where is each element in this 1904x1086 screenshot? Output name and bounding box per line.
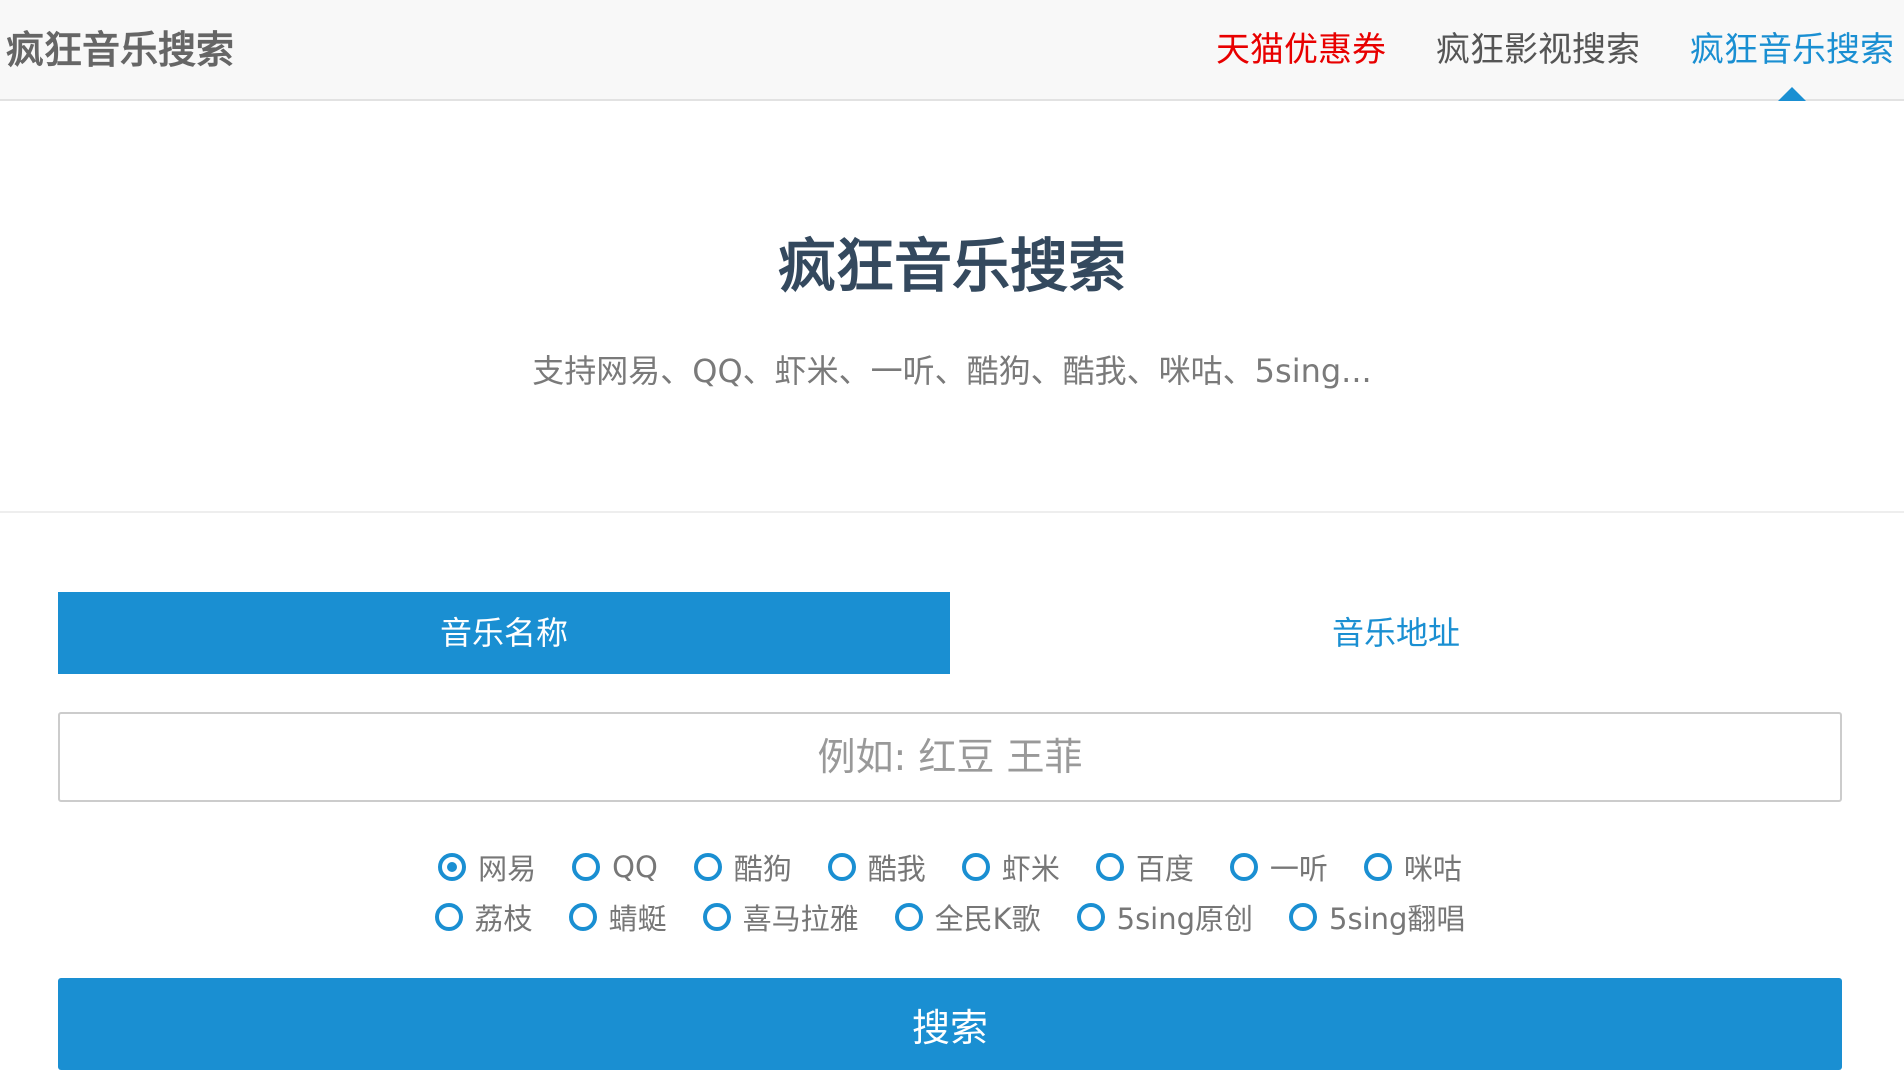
radio-circle-icon[interactable] [894,903,923,931]
source-option-label: 喜马拉雅 [742,902,859,936]
source-option-label: 5sing原创 [1116,902,1254,936]
nav-link-video-search[interactable]: 疯狂影视搜索 [1436,24,1640,76]
source-option-label: 咪咕 [1403,852,1462,886]
source-row-2: 荔枝 蜻蜓 喜马拉雅 全民K歌 5sing原创 5sing翻唱 [58,892,1842,942]
hero-section: 疯狂音乐搜索 支持网易、QQ、虾米、一听、酷狗、酷我、咪咕、5sing... [0,101,1904,513]
radio-circle-icon[interactable] [1289,903,1318,931]
source-option-label: 荔枝 [474,902,533,936]
nav-link-tmall-coupon[interactable]: 天猫优惠券 [1216,24,1386,76]
active-caret-icon [1778,87,1806,101]
search-input[interactable] [58,712,1842,802]
source-radio-group: 网易 QQ 酷狗 酷我 虾米 百度 一听 咪咕 荔枝 蜻蜓 喜马拉雅 全民K歌 5sing原创 5sin… [58,842,1842,942]
radio-circle-icon[interactable] [702,903,731,931]
source-option[interactable]: QQ [572,850,658,884]
nav-link-music-search-label: 疯狂音乐搜索 [1690,30,1894,70]
radio-circle-icon[interactable] [1229,853,1258,881]
radio-circle-icon[interactable] [693,853,722,881]
search-form: 音乐名称 音乐地址 网易 QQ 酷狗 酷我 虾米 百度 一听 咪咕 荔枝 蜻蜓 喜马拉雅 全民K歌 5… [58,592,1842,1070]
radio-circle-icon[interactable] [572,853,601,881]
source-option-label: 全民K歌 [934,902,1041,936]
source-option-label: 网易 [478,852,537,886]
source-option-label: 一听 [1269,852,1328,886]
radio-circle-icon[interactable] [1095,853,1124,881]
page-title: 疯狂音乐搜索 [777,232,1126,300]
source-option-label: 5sing翻唱 [1329,902,1466,936]
source-option[interactable]: 蜻蜓 [568,896,667,938]
source-option-label: 酷狗 [733,852,792,886]
nav-links: 天猫优惠券 疯狂影视搜索 疯狂音乐搜索 [1166,24,1894,101]
nav-link-music-search[interactable]: 疯狂音乐搜索 [1690,24,1894,101]
radio-circle-icon[interactable] [827,853,856,881]
radio-circle-icon[interactable] [1076,903,1105,931]
page-subtitle: 支持网易、QQ、虾米、一听、酷狗、酷我、咪咕、5sing... [532,352,1372,390]
tab-music-name[interactable]: 音乐名称 [58,592,950,674]
tab-music-url[interactable]: 音乐地址 [950,592,1842,674]
source-option[interactable]: 百度 [1095,846,1194,888]
radio-circle-icon[interactable] [961,853,990,881]
source-option[interactable]: 全民K歌 [894,896,1041,938]
source-option[interactable]: 虾米 [961,846,1060,888]
source-option-label: 百度 [1135,852,1194,886]
source-option[interactable]: 网易 [438,846,536,888]
search-mode-tabs: 音乐名称 音乐地址 [58,592,1842,674]
search-button[interactable]: 搜索 [58,978,1842,1070]
source-option[interactable]: 5sing翻唱 [1289,896,1465,938]
radio-circle-icon[interactable] [434,903,463,931]
source-option[interactable]: 荔枝 [434,896,533,938]
brand-logo[interactable]: 疯狂音乐搜索 [6,24,234,76]
source-option[interactable]: 一听 [1229,846,1328,888]
source-option-label: QQ [612,850,658,884]
source-option[interactable]: 酷我 [827,846,926,888]
source-option[interactable]: 酷狗 [693,846,792,888]
radio-circle-icon[interactable] [1363,853,1392,881]
source-option-label: 酷我 [867,852,926,886]
source-option[interactable]: 5sing原创 [1076,896,1254,938]
source-option[interactable]: 喜马拉雅 [702,896,859,938]
source-row-1: 网易 QQ 酷狗 酷我 虾米 百度 一听 咪咕 [58,842,1842,892]
source-option-label: 虾米 [1001,852,1060,886]
source-option[interactable]: 咪咕 [1363,846,1462,888]
source-option-label: 蜻蜓 [608,902,667,936]
navbar: 疯狂音乐搜索 天猫优惠券 疯狂影视搜索 疯狂音乐搜索 [0,0,1904,101]
radio-circle-icon[interactable] [438,853,467,881]
radio-circle-icon[interactable] [568,903,597,931]
